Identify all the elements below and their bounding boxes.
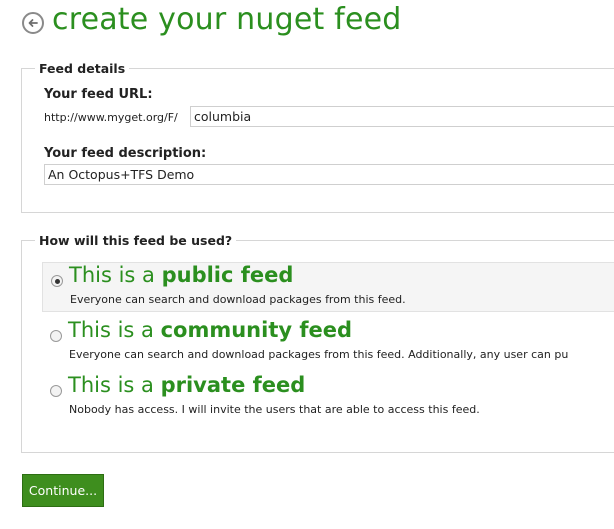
public-feed-title: This is a public feed — [69, 263, 293, 287]
public-feed-option[interactable]: This is a public feed Everyone can searc… — [42, 262, 614, 312]
feed-url-prefix: http://www.myget.org/F/ — [44, 111, 178, 124]
feed-description-label: Your feed description: — [44, 146, 207, 161]
private-feed-option[interactable]: This is a private feed Nobody has access… — [42, 373, 614, 423]
public-feed-radio[interactable] — [51, 275, 63, 287]
back-arrow-glyph — [28, 19, 38, 27]
create-feed-page: create your nuget feed Feed details Your… — [0, 0, 614, 529]
feed-details-fieldset: Feed details Your feed URL: http://www.m… — [21, 61, 614, 213]
community-feed-radio[interactable] — [50, 330, 62, 342]
private-feed-description: Nobody has access. I will invite the use… — [69, 403, 480, 416]
public-feed-title-emphasis: public feed — [161, 263, 294, 287]
feed-usage-legend: How will this feed be used? — [35, 233, 237, 248]
community-feed-title-prefix: This is a — [68, 318, 161, 342]
feed-details-legend: Feed details — [35, 61, 130, 76]
feed-url-input[interactable]: columbia — [190, 106, 614, 127]
feed-url-label: Your feed URL: — [44, 87, 153, 102]
private-feed-radio[interactable] — [50, 385, 62, 397]
community-feed-option[interactable]: This is a community feed Everyone can se… — [42, 318, 614, 368]
public-feed-description: Everyone can search and download package… — [70, 293, 406, 306]
private-feed-title-prefix: This is a — [68, 373, 161, 397]
community-feed-title: This is a community feed — [68, 318, 352, 342]
feed-description-input[interactable]: An Octopus+TFS Demo — [44, 164, 614, 185]
private-feed-title: This is a private feed — [68, 373, 305, 397]
community-feed-description: Everyone can search and download package… — [69, 348, 569, 361]
private-feed-title-emphasis: private feed — [160, 373, 306, 397]
page-header: create your nuget feed — [0, 0, 614, 48]
page-title: create your nuget feed — [52, 2, 402, 37]
back-arrow-icon[interactable] — [22, 12, 44, 34]
continue-button[interactable]: Continue... — [22, 474, 104, 507]
public-feed-title-prefix: This is a — [69, 263, 162, 287]
community-feed-title-emphasis: community feed — [160, 318, 353, 342]
